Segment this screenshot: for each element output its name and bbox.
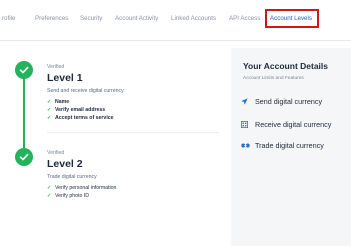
tab-profile[interactable]: rofile — [2, 15, 15, 22]
check-icon: ✓ — [47, 107, 52, 113]
level-1-check-icon — [15, 61, 33, 79]
account-details-panel: Your Account Details Account Limits and … — [231, 48, 351, 246]
level-2-status: Verified — [47, 150, 65, 156]
check-icon: ✓ — [47, 193, 52, 199]
feature-send: Send digital currency — [241, 97, 322, 107]
check-icon: ✓ — [47, 185, 52, 191]
level-2-check-icon — [15, 148, 33, 166]
level-1-status: Verified — [47, 64, 65, 70]
tab-api-access[interactable]: API Access — [229, 15, 260, 22]
requirement-item: ✓ Verify email address — [47, 107, 106, 113]
requirement-item: ✓ Verify personal information — [47, 185, 117, 191]
timeline-line — [23, 78, 25, 154]
feature-trade: Trade digital currency — [241, 141, 324, 151]
level-1-block: Verified Level 1 Send and receive digita… — [47, 64, 124, 122]
level-2-description: Trade digital currency — [47, 174, 97, 180]
check-icon: ✓ — [47, 99, 52, 105]
level-1-title: Level 1 — [47, 72, 83, 84]
requirement-item: ✓ Verify photo ID — [47, 193, 90, 199]
tab-linked-accounts[interactable]: Linked Accounts — [171, 15, 216, 22]
tab-account-activity[interactable]: Account Activity — [115, 15, 158, 22]
feature-receive: Receive digital currency — [240, 120, 331, 132]
tab-highlight-box — [265, 9, 319, 28]
requirement-item: ✓ Accept terms of service — [47, 115, 114, 121]
trade-icon — [241, 142, 255, 153]
tab-security[interactable]: Security — [80, 15, 102, 22]
level-1-description: Send and receive digital currency — [47, 88, 124, 94]
level-2-title: Level 2 — [47, 158, 83, 170]
check-icon: ✓ — [47, 115, 52, 121]
level-2-block: Verified Level 2 Trade digital currency … — [47, 150, 116, 200]
section-divider — [47, 132, 219, 133]
account-details-subtitle: Account Limits and Features — [243, 76, 304, 81]
level-2-requirements: ✓ Verify personal information ✓ Verify pho… — [47, 184, 116, 200]
tab-preferences[interactable]: Preferences — [35, 15, 68, 22]
send-icon — [241, 97, 255, 109]
account-details-title: Your Account Details — [243, 61, 329, 71]
receive-icon — [240, 120, 255, 132]
settings-tab-bar: rofile Preferences Security Account Acti… — [0, 0, 351, 41]
level-1-requirements: ✓ Name ✓ Verify email address ✓ Accept term… — [47, 98, 124, 122]
requirement-item: ✓ Name — [47, 99, 70, 105]
